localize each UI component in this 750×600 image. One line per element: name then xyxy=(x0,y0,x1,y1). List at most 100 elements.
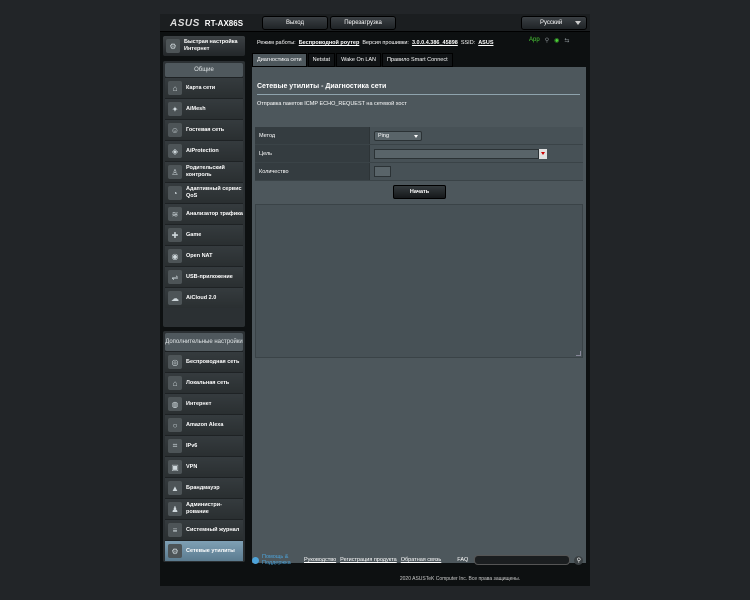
resize-grip-icon[interactable] xyxy=(576,351,581,356)
logout-button[interactable]: Выход xyxy=(262,16,328,30)
sidebar-item-parental-control[interactable]: ♙ Родительский контроль xyxy=(165,161,243,182)
method-value: Ping xyxy=(378,132,390,139)
sidebar-item-qos[interactable]: ◔ Адаптивный сервис QoS xyxy=(165,182,243,203)
start-button[interactable]: Начать xyxy=(393,185,446,199)
sidebar-item-label: Game xyxy=(186,231,202,238)
ssid-link[interactable]: ASUS xyxy=(478,40,493,46)
sidebar-item-wireless[interactable]: ◎ Беспроводная сеть xyxy=(165,351,243,372)
ssid-label: SSID: xyxy=(460,40,476,46)
copyright: 2020 ASUSTeK Computer Inc. Все права защ… xyxy=(399,576,521,582)
count-cell xyxy=(370,163,583,180)
sidebar-item-label: Администри-рование xyxy=(186,502,222,515)
sidebar-item-traffic-analyzer[interactable]: ≋ Анализатор трафика xyxy=(165,203,243,224)
traffic-analyzer-icon: ≋ xyxy=(168,207,182,221)
parental-control-icon: ♙ xyxy=(168,165,182,179)
sidebar-item-label: Сетевые утилиты xyxy=(186,547,235,554)
chevron-down-icon xyxy=(414,134,418,138)
tab-network-diagnostics[interactable]: Диагностика сети xyxy=(252,53,307,67)
sidebar-item-label: Системный журнал xyxy=(186,526,240,533)
sidebar-item-aimesh[interactable]: ✦ AiMesh xyxy=(165,98,243,119)
system-log-icon: ≡ xyxy=(168,523,182,537)
vpn-icon: ▣ xyxy=(168,460,182,474)
sidebar-item-system-log[interactable]: ≡ Системный журнал xyxy=(165,519,243,540)
sidebar-item-network-map[interactable]: ⌂ Карта сети xyxy=(165,77,243,98)
sidebar-item-label: USB-приложение xyxy=(186,273,233,280)
diagnostics-output[interactable] xyxy=(255,204,583,358)
sidebar-item-usb-app[interactable]: ⇌ USB-приложение xyxy=(165,266,243,287)
firewall-icon: ▲ xyxy=(168,481,182,495)
faq-search-input[interactable] xyxy=(474,555,571,565)
sidebar-item-open-nat[interactable]: ◉ Open NAT xyxy=(165,245,243,266)
ipv6-icon: ⌗ xyxy=(168,439,182,453)
status-icons: App ⚲ ◉ ⇆ xyxy=(529,37,569,44)
internet-status-icon[interactable]: ⚲ xyxy=(545,37,549,44)
footer: Помощь & Поддержка Руководство Регистрац… xyxy=(252,552,588,568)
manual-link[interactable]: Руководство xyxy=(304,557,336,563)
target-label: Цель xyxy=(255,145,370,162)
reboot-button[interactable]: Перезагрузка xyxy=(330,16,396,30)
sidebar-item-network-tools[interactable]: ⚙ Сетевые утилиты xyxy=(165,540,243,561)
gamepad-icon: ✚ xyxy=(168,228,182,242)
faq-label: FAQ xyxy=(457,557,469,563)
aimesh-icon: ✦ xyxy=(168,102,182,116)
sidebar-advanced-group: Дополнительные настройки ◎ Беспроводная … xyxy=(163,331,245,562)
target-cell xyxy=(370,145,583,162)
target-dropdown-button[interactable] xyxy=(539,148,547,159)
quick-setup-icon: ⚙ xyxy=(166,39,180,53)
quick-internet-setup-button[interactable]: ⚙ Быстрая настройка Интернет xyxy=(163,36,245,56)
diagnostics-form: Метод Ping Цель Количество xyxy=(255,127,583,181)
sidebar-item-alexa[interactable]: ○ Amazon Alexa xyxy=(165,414,243,435)
sidebar-item-internet[interactable]: ◍ Интернет xyxy=(165,393,243,414)
operation-mode-link[interactable]: Беспроводной роутер xyxy=(299,40,360,46)
wireless-icon: ◎ xyxy=(168,355,182,369)
sidebar-item-guest-network[interactable]: ☺ Гостевая сеть xyxy=(165,119,243,140)
help-icon[interactable] xyxy=(252,556,259,564)
app-label[interactable]: App xyxy=(529,37,540,44)
method-label: Метод xyxy=(255,127,370,144)
sidebar-item-firewall[interactable]: ▲ Брандмауэр xyxy=(165,477,243,498)
sidebar-item-label: Локальная сеть xyxy=(186,379,230,386)
sidebar-item-ipv6[interactable]: ⌗ IPv6 xyxy=(165,435,243,456)
sidebar-item-label: AiCloud 2.0 xyxy=(186,294,217,301)
register-product-link[interactable]: Регистрация продукта xyxy=(340,557,397,563)
asus-logo[interactable]: ASUS RT-AX86S xyxy=(170,17,243,29)
firmware-link[interactable]: 3.0.0.4.386_45898 xyxy=(412,40,458,46)
chevron-down-icon xyxy=(575,21,581,25)
usb-icon: ⇌ xyxy=(168,270,182,284)
count-label: Количество xyxy=(255,163,370,180)
sidebar-item-aicloud[interactable]: ☁ AiCloud 2.0 xyxy=(165,287,243,308)
form-row-method: Метод Ping xyxy=(255,127,583,145)
feedback-link[interactable]: Обратная связь xyxy=(401,557,442,563)
help-support-link[interactable]: Помощь & Поддержка xyxy=(262,554,300,566)
cloud-icon: ☁ xyxy=(168,291,182,305)
sidebar-item-label: IPv6 xyxy=(186,442,198,449)
method-select[interactable]: Ping xyxy=(374,130,422,141)
sidebar-item-administration[interactable]: ♟ Администри-рование xyxy=(165,498,243,519)
usb-status-icon[interactable]: ⇆ xyxy=(564,37,569,44)
search-icon[interactable]: ⚲ xyxy=(574,555,584,565)
sidebar-item-label: Open NAT xyxy=(186,252,213,259)
sidebar-item-label: Карта сети xyxy=(186,84,216,91)
count-input[interactable] xyxy=(374,166,391,177)
wifi-status-icon[interactable]: ◉ xyxy=(554,37,559,44)
language-select[interactable]: Русский xyxy=(521,16,587,30)
brand-name: ASUS xyxy=(170,17,200,29)
lan-icon: ⌂ xyxy=(168,376,182,390)
qos-icon: ◔ xyxy=(168,186,182,200)
sidebar-group-title-advanced: Дополнительные настройки xyxy=(165,333,243,351)
target-input[interactable] xyxy=(374,148,539,159)
tab-smart-connect-rule[interactable]: Правило Smart Connect xyxy=(382,53,453,67)
sidebar-item-vpn[interactable]: ▣ VPN xyxy=(165,456,243,477)
sidebar-item-label: Беспроводная сеть xyxy=(186,358,240,365)
sidebar-item-aiprotection[interactable]: ◈ AiProtection xyxy=(165,140,243,161)
sidebar-item-lan[interactable]: ⌂ Локальная сеть xyxy=(165,372,243,393)
sidebar-item-label: VPN xyxy=(186,463,198,470)
tab-wake-on-lan[interactable]: Wake On LAN xyxy=(336,53,382,67)
sidebar-item-label: Брандмауэр xyxy=(186,484,220,491)
sidebar-item-label: Адаптивный сервис QoS xyxy=(186,186,242,199)
sidebar-item-game[interactable]: ✚ Game xyxy=(165,224,243,245)
alexa-icon: ○ xyxy=(168,418,182,432)
tab-netstat[interactable]: Netstat xyxy=(307,53,336,67)
open-nat-icon: ◉ xyxy=(168,249,182,263)
model-name: RT-AX86S xyxy=(204,18,244,28)
